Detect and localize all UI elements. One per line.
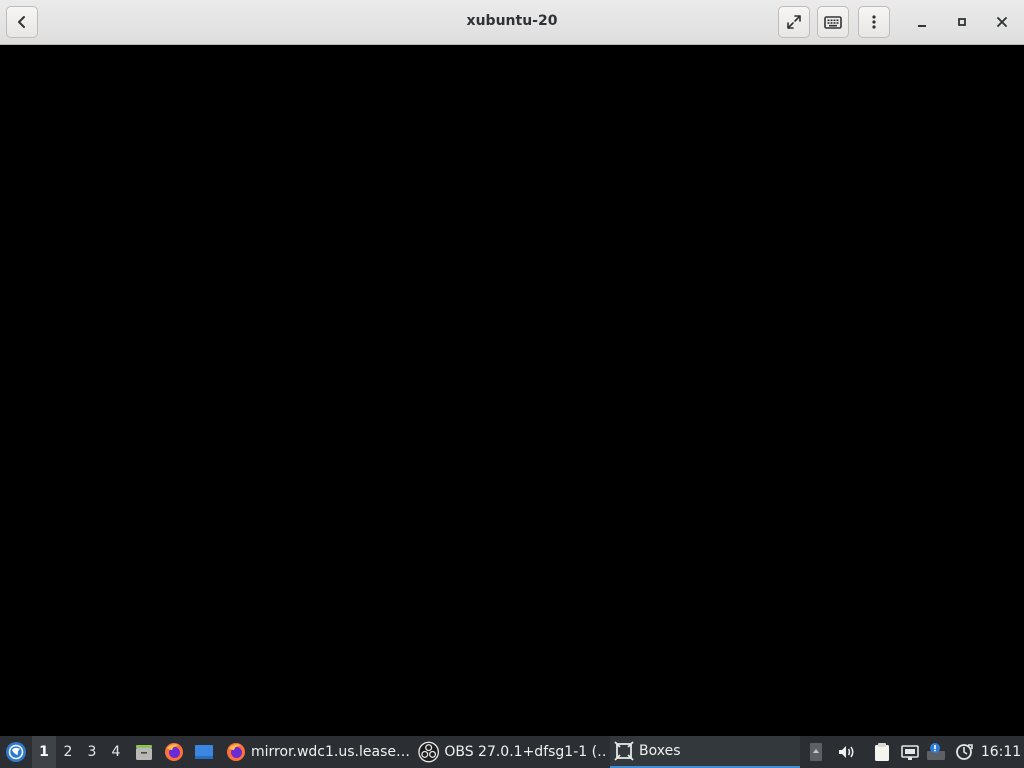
taskbar-task-boxes[interactable]: Boxes [610, 736, 800, 768]
notification-button[interactable] [924, 736, 948, 768]
update-icon [956, 744, 973, 760]
send-keys-button[interactable] [817, 6, 849, 38]
volume-icon [839, 746, 854, 758]
tray-scroll-button[interactable] [806, 736, 826, 768]
show-desktop-launcher[interactable] [192, 736, 216, 768]
close-icon [997, 17, 1007, 27]
tray-scroll-icon [810, 743, 822, 761]
clipboard-button[interactable] [870, 736, 894, 768]
chevron-left-icon [18, 16, 25, 28]
fullscreen-button[interactable] [778, 6, 810, 38]
keyboard-icon [824, 16, 842, 29]
vertical-dots-icon [872, 15, 876, 29]
back-button[interactable] [6, 6, 38, 38]
taskbar-task-obs[interactable]: OBS 27.0.1+dfsg1-1 (… [414, 736, 606, 768]
taskbar-task-firefox[interactable]: mirror.wdc1.us.lease… [222, 736, 410, 768]
workspace-3[interactable]: 3 [80, 736, 104, 768]
desktop-icon [195, 745, 213, 759]
workspace-2[interactable]: 2 [56, 736, 80, 768]
task-label: OBS 27.0.1+dfsg1-1 (… [444, 744, 606, 760]
workspace-1[interactable]: 1 [32, 736, 56, 768]
firefox-icon [227, 743, 245, 761]
firefox-icon [165, 743, 183, 761]
clock[interactable]: 16:11 [978, 736, 1024, 768]
volume-button[interactable] [834, 736, 858, 768]
firefox-launcher[interactable] [162, 736, 186, 768]
menu-button[interactable] [858, 6, 890, 38]
xubuntu-logo-icon [6, 742, 26, 762]
obs-icon [418, 741, 440, 763]
clipboard-icon [875, 743, 889, 761]
file-manager-launcher[interactable] [132, 736, 156, 768]
network-icon [901, 745, 919, 760]
task-label: Boxes [639, 743, 681, 759]
boxes-header-bar: xubuntu-20 [0, 0, 1024, 45]
close-button[interactable] [986, 6, 1018, 38]
maximize-icon [958, 18, 966, 26]
file-manager-icon [136, 745, 152, 760]
minimize-button[interactable] [906, 6, 938, 38]
notification-icon [927, 743, 945, 760]
boxes-icon [614, 741, 634, 761]
workspace-4[interactable]: 4 [104, 736, 128, 768]
task-label: mirror.wdc1.us.lease… [251, 744, 410, 760]
maximize-button[interactable] [946, 6, 978, 38]
network-button[interactable] [898, 736, 922, 768]
minimize-icon [918, 25, 926, 27]
whisker-menu-button[interactable] [2, 736, 30, 768]
guest-taskbar: 1 2 3 4 mirror.wdc1.us.lease… OBS 27.0.1… [0, 736, 1024, 768]
update-button[interactable] [952, 736, 976, 768]
fullscreen-icon [787, 15, 801, 29]
vm-display[interactable] [0, 45, 1024, 736]
